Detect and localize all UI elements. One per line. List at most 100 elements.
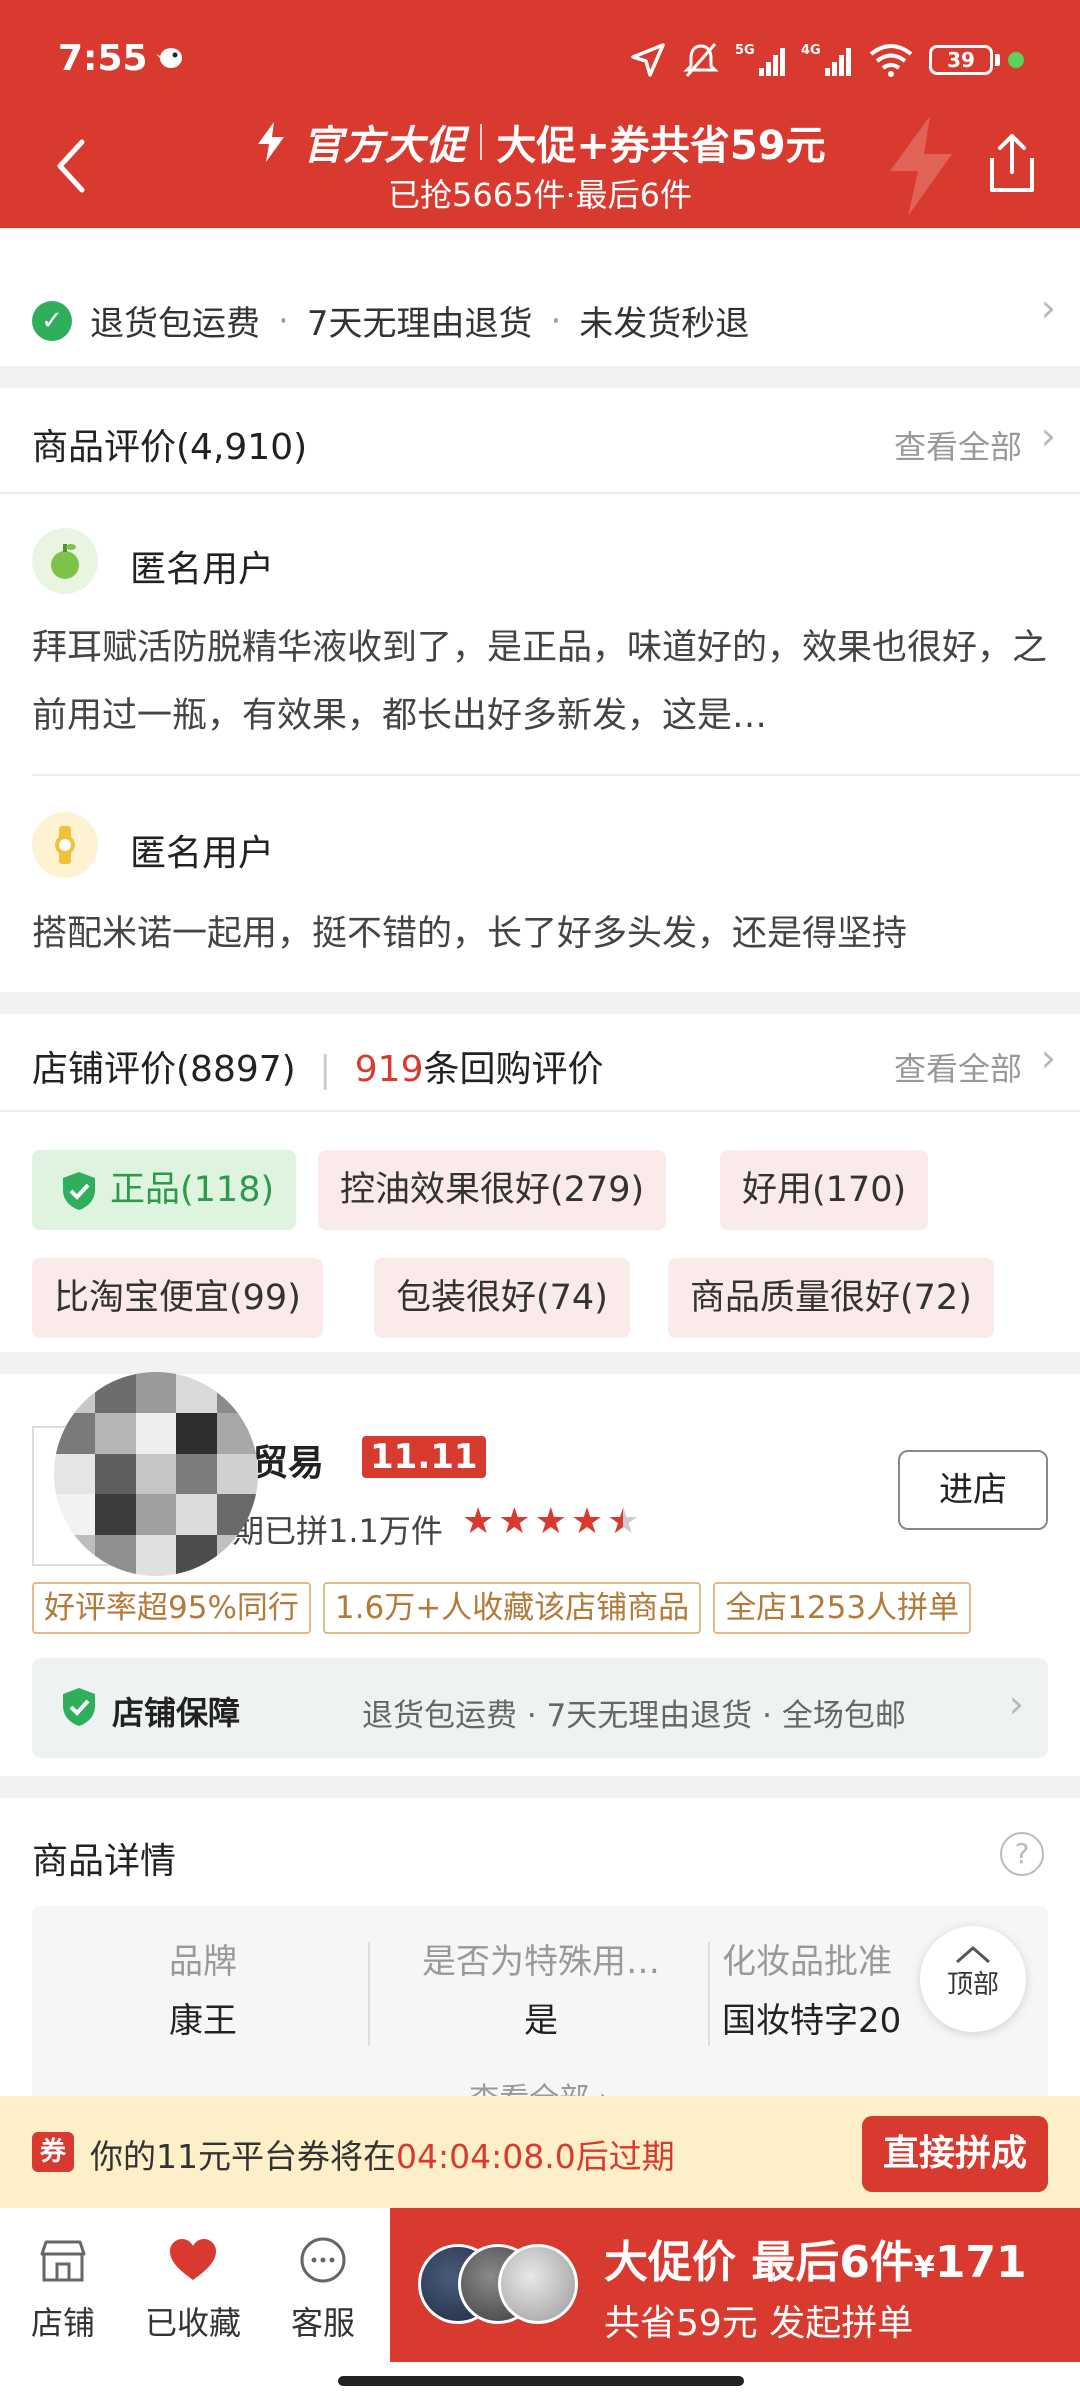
chevron-right-icon: › bbox=[1040, 286, 1056, 330]
bell-muted-icon bbox=[683, 43, 719, 77]
attribute-value: 康王 bbox=[169, 2001, 237, 2041]
privacy-dot bbox=[1008, 52, 1024, 68]
enter-store-button[interactable]: 进店 bbox=[898, 1450, 1048, 1530]
back-to-top-label: 顶部 bbox=[946, 1970, 999, 2000]
attribute-special-use: 是否为特殊用… 是 bbox=[376, 1934, 706, 2042]
back-to-top-button[interactable]: 顶部 bbox=[920, 1926, 1026, 2032]
heart-icon bbox=[170, 2239, 216, 2280]
coupon-icon: 券 bbox=[32, 2132, 74, 2172]
guarantee-list: ✓ 退货包运费 · 7天无理由退货 · 未发货秒退 bbox=[32, 296, 749, 345]
pixelated-store-logo bbox=[54, 1372, 258, 1576]
attribute-value: 是 bbox=[524, 2001, 558, 2041]
buy-main-text: 大促价 最后6件¥171 bbox=[604, 2226, 1027, 2290]
shield-check-icon bbox=[63, 1688, 95, 1726]
chevron-up-icon bbox=[956, 1946, 990, 1964]
bottom-bar: 店铺 已收藏 客服 大促价 最后6件¥171 共省59元 发起拼单 bbox=[0, 2208, 1080, 2403]
attribute-label: 是否为特殊用… bbox=[422, 1942, 660, 1982]
store-assurance[interactable]: 店铺保障 退货包运费 · 7天无理由退货 · 全场包邮 › bbox=[32, 1658, 1048, 1758]
guarantee-row[interactable]: ✓ 退货包运费 · 7天无理由退货 · 未发货秒退 › bbox=[0, 230, 1080, 366]
reviews-see-all[interactable]: 查看全部 bbox=[894, 422, 1022, 468]
product-reviews: 商品评价(4,910) 查看全部 › 匿名用户 拜耳赋活防脱精华液收到了，是正品… bbox=[0, 388, 1080, 992]
shop-reviews: 店铺评价(8897) | 919条回购评价 查看全部 › 正品(118) 控油效… bbox=[0, 1014, 1080, 1352]
top-header: 7:55 5G 4G 39 官方大促 大促+券共省59元 已抢5665件·最后6… bbox=[0, 0, 1080, 228]
review-user-name: 匿名用户 bbox=[130, 833, 275, 874]
guarantee-item: 7天无理由退货 bbox=[306, 304, 533, 344]
product-details: 商品详情 ? 品牌 康王 是否为特殊用… 是 化妆品批准 国妆特字20 查看全部… bbox=[0, 1798, 1080, 2106]
review-text: 拜耳赋活防脱精华液收到了，是正品，味道好的，效果也很好，之前用过一瓶，有效果，都… bbox=[32, 628, 1048, 736]
status-icons: 5G 4G 39 bbox=[629, 40, 1024, 80]
promo-subtitle: 已抢5665件·最后6件 bbox=[388, 176, 692, 214]
promo-saving: 大促+券共省59元 bbox=[496, 123, 826, 169]
store-sold-count: 期已拼1.1万件 bbox=[232, 1512, 443, 1550]
review-user-name: 匿名用户 bbox=[130, 549, 275, 590]
nav-label: 已收藏 bbox=[144, 2304, 241, 2342]
store-rating-stars: ★ ★ ★ ★ ★ bbox=[462, 1502, 639, 1542]
store-chip: 1.6万+人收藏该店铺商品 bbox=[322, 1582, 702, 1634]
buyer-avatar bbox=[498, 2244, 578, 2324]
check-icon: ✓ bbox=[32, 300, 72, 341]
shop-reviews-count: 店铺评价(8897) bbox=[32, 1049, 296, 1090]
repurchase-count: 919 bbox=[354, 1049, 424, 1090]
location-arrow-icon bbox=[631, 43, 665, 77]
store-highlights: 好评率超95%同行 1.6万+人收藏该店铺商品 全店1253人拼单 bbox=[32, 1582, 1052, 1638]
star-icon: ★ bbox=[570, 1501, 604, 1542]
status-time: 7:55 bbox=[58, 38, 148, 79]
double-eleven-badge: 11.11 bbox=[362, 1436, 486, 1478]
coupon-prefix: 你的11元平台券将在 bbox=[90, 2137, 396, 2176]
coupon-text: 你的11元平台券将在04:04:08.0后过期 bbox=[90, 2130, 675, 2178]
attribute-label: 品牌 bbox=[169, 1942, 237, 1982]
signal-5g-icon: 5G bbox=[735, 43, 785, 76]
shield-check-icon bbox=[63, 1172, 95, 1210]
separator-dot: · bbox=[278, 300, 289, 341]
page: 7:55 5G 4G 39 官方大促 大促+券共省59元 已抢5665件·最后6… bbox=[0, 0, 1080, 2403]
nav-store[interactable]: 店铺 bbox=[8, 2234, 118, 2344]
chevron-right-icon[interactable]: › bbox=[1041, 414, 1056, 458]
home-indicator[interactable] bbox=[338, 2376, 744, 2386]
direct-group-button[interactable]: 直接拼成 bbox=[862, 2116, 1048, 2192]
svg-text:4G: 4G bbox=[801, 43, 821, 58]
back-arrow-icon[interactable] bbox=[44, 130, 100, 202]
details-title: 商品详情 bbox=[32, 1841, 177, 1882]
review-tag[interactable]: 商品质量很好(72) bbox=[668, 1258, 994, 1338]
review-tag[interactable]: 包装很好(74) bbox=[374, 1258, 630, 1338]
promo-title: 官方大促 大促+券共省59元 bbox=[230, 112, 850, 172]
repurchase-label: 条回购评价 bbox=[423, 1049, 604, 1090]
divider bbox=[0, 492, 1080, 494]
nav-label: 店铺 bbox=[30, 2304, 95, 2342]
star-icon: ★ bbox=[498, 1501, 531, 1542]
review-tag[interactable]: 比淘宝便宜(99) bbox=[32, 1258, 323, 1338]
guarantee-item: 未发货秒退 bbox=[579, 304, 750, 344]
review-tag-label: 正品(118) bbox=[110, 1170, 275, 1210]
divider bbox=[32, 774, 1080, 776]
help-icon[interactable]: ? bbox=[1000, 1832, 1044, 1876]
nav-label: 客服 bbox=[290, 2304, 355, 2342]
store-chip: 全店1253人拼单 bbox=[713, 1582, 972, 1634]
review-tag[interactable]: 控油效果很好(279) bbox=[318, 1150, 667, 1230]
chat-icon bbox=[300, 2237, 346, 2283]
buy-button[interactable]: 大促价 最后6件¥171 共省59元 发起拼单 bbox=[390, 2208, 1080, 2362]
chevron-right-icon: › bbox=[1008, 1682, 1024, 1726]
svg-text:5G: 5G bbox=[735, 43, 755, 58]
battery-level: 39 bbox=[929, 45, 993, 75]
review-tag[interactable]: 正品(118) bbox=[32, 1150, 297, 1230]
coupon-bar: 券 你的11元平台券将在04:04:08.0后过期 直接拼成 bbox=[0, 2096, 1080, 2208]
shop-reviews-see-all[interactable]: 查看全部 bbox=[894, 1044, 1022, 1090]
lightning-icon bbox=[258, 122, 285, 162]
star-icon: ★ bbox=[534, 1501, 567, 1542]
store-name[interactable]: 贸易 bbox=[252, 1434, 324, 1486]
user-avatar-watch-icon bbox=[32, 812, 98, 878]
guarantee-item: 退货包运费 bbox=[90, 304, 260, 344]
user-avatar-apple-icon bbox=[32, 528, 98, 594]
currency-symbol: ¥ bbox=[913, 2250, 935, 2285]
buyer-avatars bbox=[418, 2244, 578, 2324]
notification-bird-icon bbox=[156, 48, 182, 68]
chevron-right-icon[interactable]: › bbox=[1041, 1036, 1056, 1080]
title-separator bbox=[480, 124, 483, 160]
coupon-countdown: 04:04:08.0后过期 bbox=[396, 2137, 675, 2176]
share-icon[interactable] bbox=[980, 128, 1044, 198]
nav-favorite[interactable]: 已收藏 bbox=[138, 2234, 248, 2344]
nav-customer-service[interactable]: 客服 bbox=[268, 2234, 378, 2344]
store-icon bbox=[40, 2240, 86, 2282]
attribute-table[interactable]: 品牌 康王 是否为特殊用… 是 化妆品批准 国妆特字20 查看全部 › bbox=[32, 1906, 1048, 2106]
review-tag[interactable]: 好用(170) bbox=[720, 1150, 929, 1230]
